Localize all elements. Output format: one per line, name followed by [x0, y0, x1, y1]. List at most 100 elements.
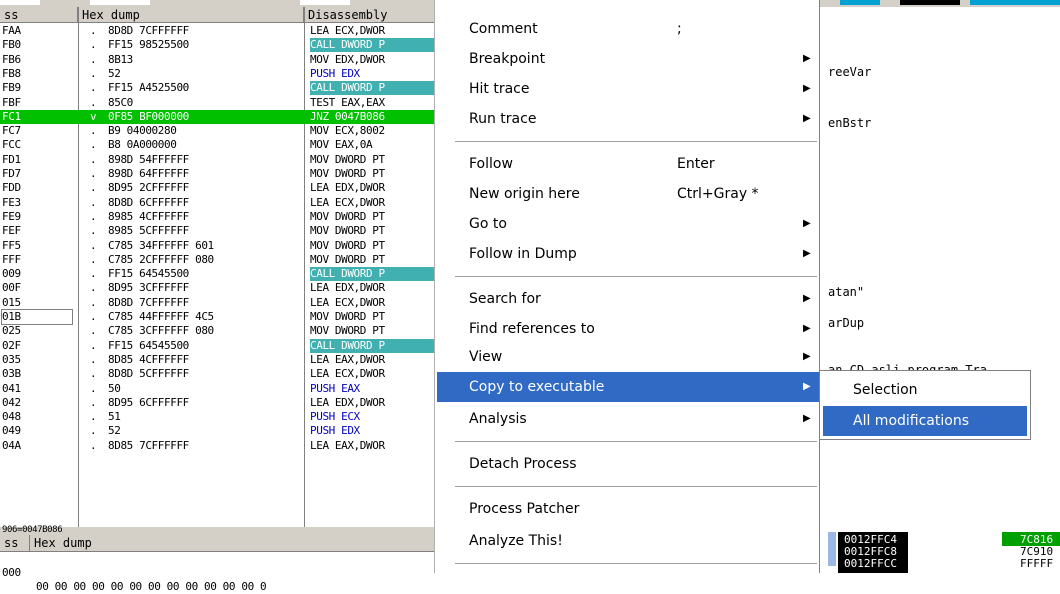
- row-hex: 8D95 6CFFFFFF: [108, 395, 189, 409]
- menu-item-label: View: [469, 349, 503, 365]
- menu-item-go-to[interactable]: Go to ▶: [435, 209, 819, 239]
- disassembly-row[interactable]: FE9. 8985 4CFFFFFF MOV DWORD PT: [0, 210, 440, 224]
- menu-item-new-origin-here[interactable]: New origin here Ctrl+Gray *: [435, 179, 819, 209]
- row-hex: 8D8D 7CFFFFFF: [108, 24, 189, 37]
- disassembly-row[interactable]: FEF. 8985 5CFFFFFF MOV DWORD PT: [0, 224, 440, 238]
- disassembly-row[interactable]: FC7. B9 04000280 MOV ECX,8002: [0, 124, 440, 138]
- toolbar-segment: [900, 0, 960, 5]
- disassembly-row[interactable]: 02F. FF15 64545500 CALL DWORD P: [0, 338, 440, 353]
- menu-item-run-trace[interactable]: Run trace ▶: [435, 104, 819, 134]
- row-disassembly: PUSH EDX: [310, 66, 360, 80]
- address-column-header[interactable]: ss: [0, 7, 78, 23]
- row-disassembly: MOV EDX,DWOR: [310, 52, 385, 66]
- menu-item-comment[interactable]: Comment;: [435, 14, 819, 44]
- menu-item-search-for[interactable]: Search for ▶: [435, 284, 819, 314]
- row-marker: .: [90, 24, 97, 37]
- row-disassembly: LEA ECX,DWOR: [310, 24, 385, 37]
- row-marker: .: [90, 38, 97, 52]
- disassembly-row[interactable]: 04A. 8D85 7CFFFFFF LEA EAX,DWOR: [0, 439, 440, 453]
- menu-item-detach-process[interactable]: Detach Process: [435, 449, 819, 479]
- row-hex: 52: [108, 66, 121, 80]
- menu-item-view[interactable]: View ▶: [435, 342, 819, 372]
- context-menu: Comment; Breakpoint ▶ Hit trace ▶ Run trac…: [434, 0, 820, 573]
- disassembly-row[interactable]: FB9. FF15 A4525500 CALL DWORD P: [0, 81, 440, 96]
- menu-item-shortcut: Enter: [677, 156, 715, 172]
- disassembly-row[interactable]: 015. 8D8D 7CFFFFFF LEA ECX,DWOR: [0, 296, 440, 310]
- menu-item-label: Follow: [469, 156, 513, 172]
- menu-item-label: Comment: [469, 21, 538, 37]
- cpu-disassembly-pane[interactable]: ss Hex dump Disassembly FAA. 8D8D 7CFFFFF…: [0, 7, 440, 532]
- disassembly-row[interactable]: 035. 8D85 4CFFFFFF LEA EAX,DWOR: [0, 353, 440, 367]
- row-address: FE3: [2, 195, 21, 209]
- menu-item-label: Copy to executable: [469, 379, 605, 395]
- info-strip: 906=0047B086: [0, 525, 440, 535]
- menu-item-breakpoint[interactable]: Breakpoint ▶: [435, 44, 819, 74]
- hex-header-label: Hex dump: [82, 8, 140, 22]
- disassembly-row[interactable]: FB0. FF15 98525500 CALL DWORD P: [0, 38, 440, 53]
- disassembly-row[interactable]: FB8. 52 PUSH EDX: [0, 67, 440, 81]
- disassembly-row[interactable]: 048. 51 PUSH ECX: [0, 410, 440, 424]
- dump-hex-header[interactable]: Hex dump: [30, 535, 440, 551]
- submenu-item-selection[interactable]: Selection: [823, 375, 1027, 405]
- comments-pane[interactable]: reeVar enBstr atan" arDup an CD asli pro…: [820, 7, 1060, 532]
- menu-item-label: Go to: [469, 216, 507, 232]
- disassembly-row[interactable]: 03B. 8D8D 5CFFFFFF LEA ECX,DWOR: [0, 367, 440, 381]
- disassembly-row[interactable]: 041. 50 PUSH EAX: [0, 382, 440, 396]
- row-hex: 8985 4CFFFFFF: [108, 209, 189, 223]
- submenu-item-label: Selection: [853, 382, 918, 398]
- disassembly-row[interactable]: FE3. 8D8D 6CFFFFFF LEA ECX,DWOR: [0, 196, 440, 210]
- row-marker: .: [90, 367, 97, 381]
- dump-row[interactable]: 000 00 00 00 00 00 00 00 00 00 00 00 00 …: [0, 552, 440, 593]
- disassembly-row[interactable]: FFF. C785 2CFFFFFF 080 MOV DWORD PT: [0, 253, 440, 267]
- row-hex: C785 2CFFFFFF 080: [108, 252, 214, 266]
- menu-item-analyze-this[interactable]: Analyze This!: [435, 526, 819, 556]
- disassembly-row[interactable]: 042. 8D95 6CFFFFFF LEA EDX,DWOR: [0, 396, 440, 410]
- row-address: FD1: [2, 152, 21, 166]
- disassembly-row[interactable]: FD1. 898D 54FFFFFF MOV DWORD PT: [0, 153, 440, 167]
- row-marker: .: [90, 124, 97, 138]
- menu-item-find-references-to[interactable]: Find references to ▶: [435, 314, 819, 344]
- menu-item-label: Find references to: [469, 321, 595, 337]
- menu-item-follow[interactable]: Follow Enter: [435, 149, 819, 179]
- menu-item-process-patcher[interactable]: Process Patcher: [435, 494, 819, 524]
- disassembly-row[interactable]: 025. C785 3CFFFFFF 080 MOV DWORD PT: [0, 324, 440, 338]
- menu-item-analysis[interactable]: Analysis ▶: [435, 404, 819, 434]
- disassembly-row[interactable]: FD7. 898D 64FFFFFF MOV DWORD PT: [0, 167, 440, 181]
- menu-item-copy-to-executable[interactable]: Copy to executable ▶: [437, 372, 819, 402]
- disassembly-row[interactable]: FC1 v 0F85 BF000000 JNZ 0047B086: [0, 109, 440, 124]
- toolbar-segment: [970, 0, 1060, 5]
- disassembly-row[interactable]: 009. FF15 64545500 CALL DWORD P: [0, 267, 440, 282]
- menu-item-label: Analyze This!: [469, 533, 563, 549]
- toolbar-segment: [300, 0, 350, 5]
- menu-item-hit-trace[interactable]: Hit trace ▶: [435, 74, 819, 104]
- row-marker: .: [90, 267, 97, 281]
- row-disassembly: MOV DWORD PT: [310, 167, 385, 180]
- disassembly-row[interactable]: FCC. B8 0A000000 MOV EAX,0A: [0, 138, 440, 152]
- disassembly-row[interactable]: 01B. C785 44FFFFFF 4C5 MOV DWORD PT: [0, 309, 440, 325]
- disassembly-row[interactable]: 049. 52 PUSH EDX: [0, 424, 440, 438]
- disassembly-row[interactable]: 00F. 8D95 3CFFFFFF LEA EDX,DWOR: [0, 281, 440, 295]
- disassembly-header-label: Disassembly: [308, 8, 388, 22]
- stack-scrollbar[interactable]: [828, 532, 836, 566]
- row-disassembly: LEA ECX,DWOR: [310, 367, 385, 381]
- row-address: 035: [2, 352, 21, 366]
- menu-item-shortcut: Ctrl+Gray *: [677, 186, 759, 202]
- row-disassembly: PUSH EDX: [310, 424, 360, 438]
- dump-address-header-label: ss: [4, 536, 19, 550]
- row-address: 03B: [2, 367, 21, 381]
- row-address: 041: [2, 381, 21, 395]
- row-address: FC1: [2, 109, 21, 123]
- disassembly-row[interactable]: FF5. C785 34FFFFFF 601 MOV DWORD PT: [0, 239, 440, 253]
- hex-column-header[interactable]: Hex dump: [78, 7, 304, 23]
- disassembly-row[interactable]: FBF. 85C0 TEST EAX,EAX: [0, 96, 440, 110]
- disassembly-row[interactable]: FDD. 8D95 2CFFFFFF LEA EDX,DWOR: [0, 181, 440, 195]
- stack-pane[interactable]: 0012FFC4 7C816 0012FFC8 7C910 0012FFCC F…: [820, 532, 1060, 573]
- disassembly-column-header[interactable]: Disassembly: [304, 7, 440, 23]
- disassembly-row[interactable]: FB6. 8B13 MOV EDX,DWOR: [0, 53, 440, 67]
- menu-item-follow-in-dump[interactable]: Follow in Dump ▶: [435, 239, 819, 269]
- dump-address-header[interactable]: ss: [0, 535, 30, 551]
- dump-hex-header-label: Hex dump: [34, 536, 92, 550]
- disassembly-row[interactable]: FAA. 8D8D 7CFFFFFF LEA ECX,DWOR: [0, 24, 440, 38]
- submenu-item-all-modifications[interactable]: All modifications: [823, 406, 1027, 436]
- row-disassembly: MOV ECX,8002: [310, 124, 385, 138]
